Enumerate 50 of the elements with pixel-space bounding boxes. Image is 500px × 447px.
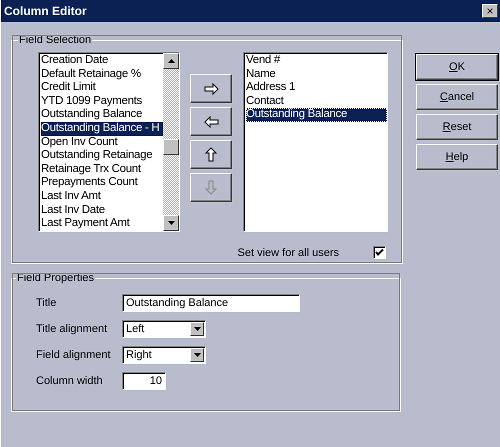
field-alignment-dropdown[interactable]: Right	[122, 346, 206, 364]
right-arrow-icon	[202, 82, 220, 96]
selected-fields-list[interactable]: Vend # Name Address 1 Contact Outstanding Balance	[243, 52, 388, 232]
list-item[interactable]: Outstanding Balance	[246, 108, 387, 122]
list-item[interactable]: Default Retainage %	[41, 68, 163, 82]
dialog-button[interactable]: Cancel	[416, 84, 498, 110]
list-item[interactable]: Last Inv Date	[41, 204, 163, 218]
column-width-field[interactable]: 10	[122, 372, 166, 390]
list-item[interactable]: Prepayments Count	[41, 176, 163, 190]
list-item[interactable]: Creation Date	[41, 54, 163, 68]
check-icon	[375, 248, 384, 257]
move-button[interactable]	[190, 74, 232, 103]
list-item[interactable]: Contact	[246, 94, 387, 108]
window-title: Column Editor	[4, 4, 87, 18]
list-item[interactable]: Retainage Trx Count	[41, 162, 163, 176]
move-button[interactable]	[190, 140, 232, 169]
title-alignment-dropdown[interactable]: Left	[122, 320, 206, 338]
list-item[interactable]: Last Inv Amt	[41, 190, 163, 204]
up-arrow-icon	[204, 146, 218, 163]
field-label: Title	[36, 297, 58, 309]
list-item[interactable]: Name	[246, 68, 387, 82]
checkbox[interactable]	[373, 246, 386, 259]
down-arrow-icon	[204, 179, 218, 196]
dialog-button[interactable]: Help	[416, 144, 498, 170]
close-button[interactable]: ×	[482, 4, 498, 18]
title-field[interactable]: Outstanding Balance	[122, 294, 300, 312]
field-label: Field alignment	[36, 349, 112, 361]
scroll-up-button[interactable]	[163, 53, 179, 69]
list-item[interactable]: Vend #	[246, 54, 387, 68]
scroll-thumb[interactable]	[163, 139, 179, 155]
move-button[interactable]	[190, 107, 232, 136]
left-arrow-icon	[202, 114, 220, 128]
list-item[interactable]: Address 1	[246, 81, 387, 95]
list-item[interactable]: Outstanding Balance - H	[41, 122, 163, 136]
list-item[interactable]: Credit Limit	[41, 81, 163, 95]
scrollbar[interactable]	[163, 53, 179, 231]
available-fields-list[interactable]	[38, 52, 180, 232]
list-item[interactable]: Outstanding Retainage	[41, 149, 163, 163]
list-item[interactable]: YTD 1099 Payments	[41, 94, 163, 108]
field-label: Column width	[36, 375, 104, 387]
scroll-down-button[interactable]	[163, 215, 179, 231]
field-label: Title alignment	[36, 323, 108, 335]
list-item[interactable]: Last Payment Amt	[41, 217, 163, 231]
up-triangle-icon	[168, 59, 174, 63]
list-item[interactable]: Outstanding Balance	[41, 108, 163, 122]
dialog-button[interactable]: OK	[416, 54, 498, 80]
checkbox-label: Set view for all users	[238, 246, 339, 258]
dialog-button[interactable]: Reset	[416, 114, 498, 140]
list-item[interactable]: Open Inv Count	[41, 136, 163, 150]
down-triangle-icon	[168, 221, 174, 225]
